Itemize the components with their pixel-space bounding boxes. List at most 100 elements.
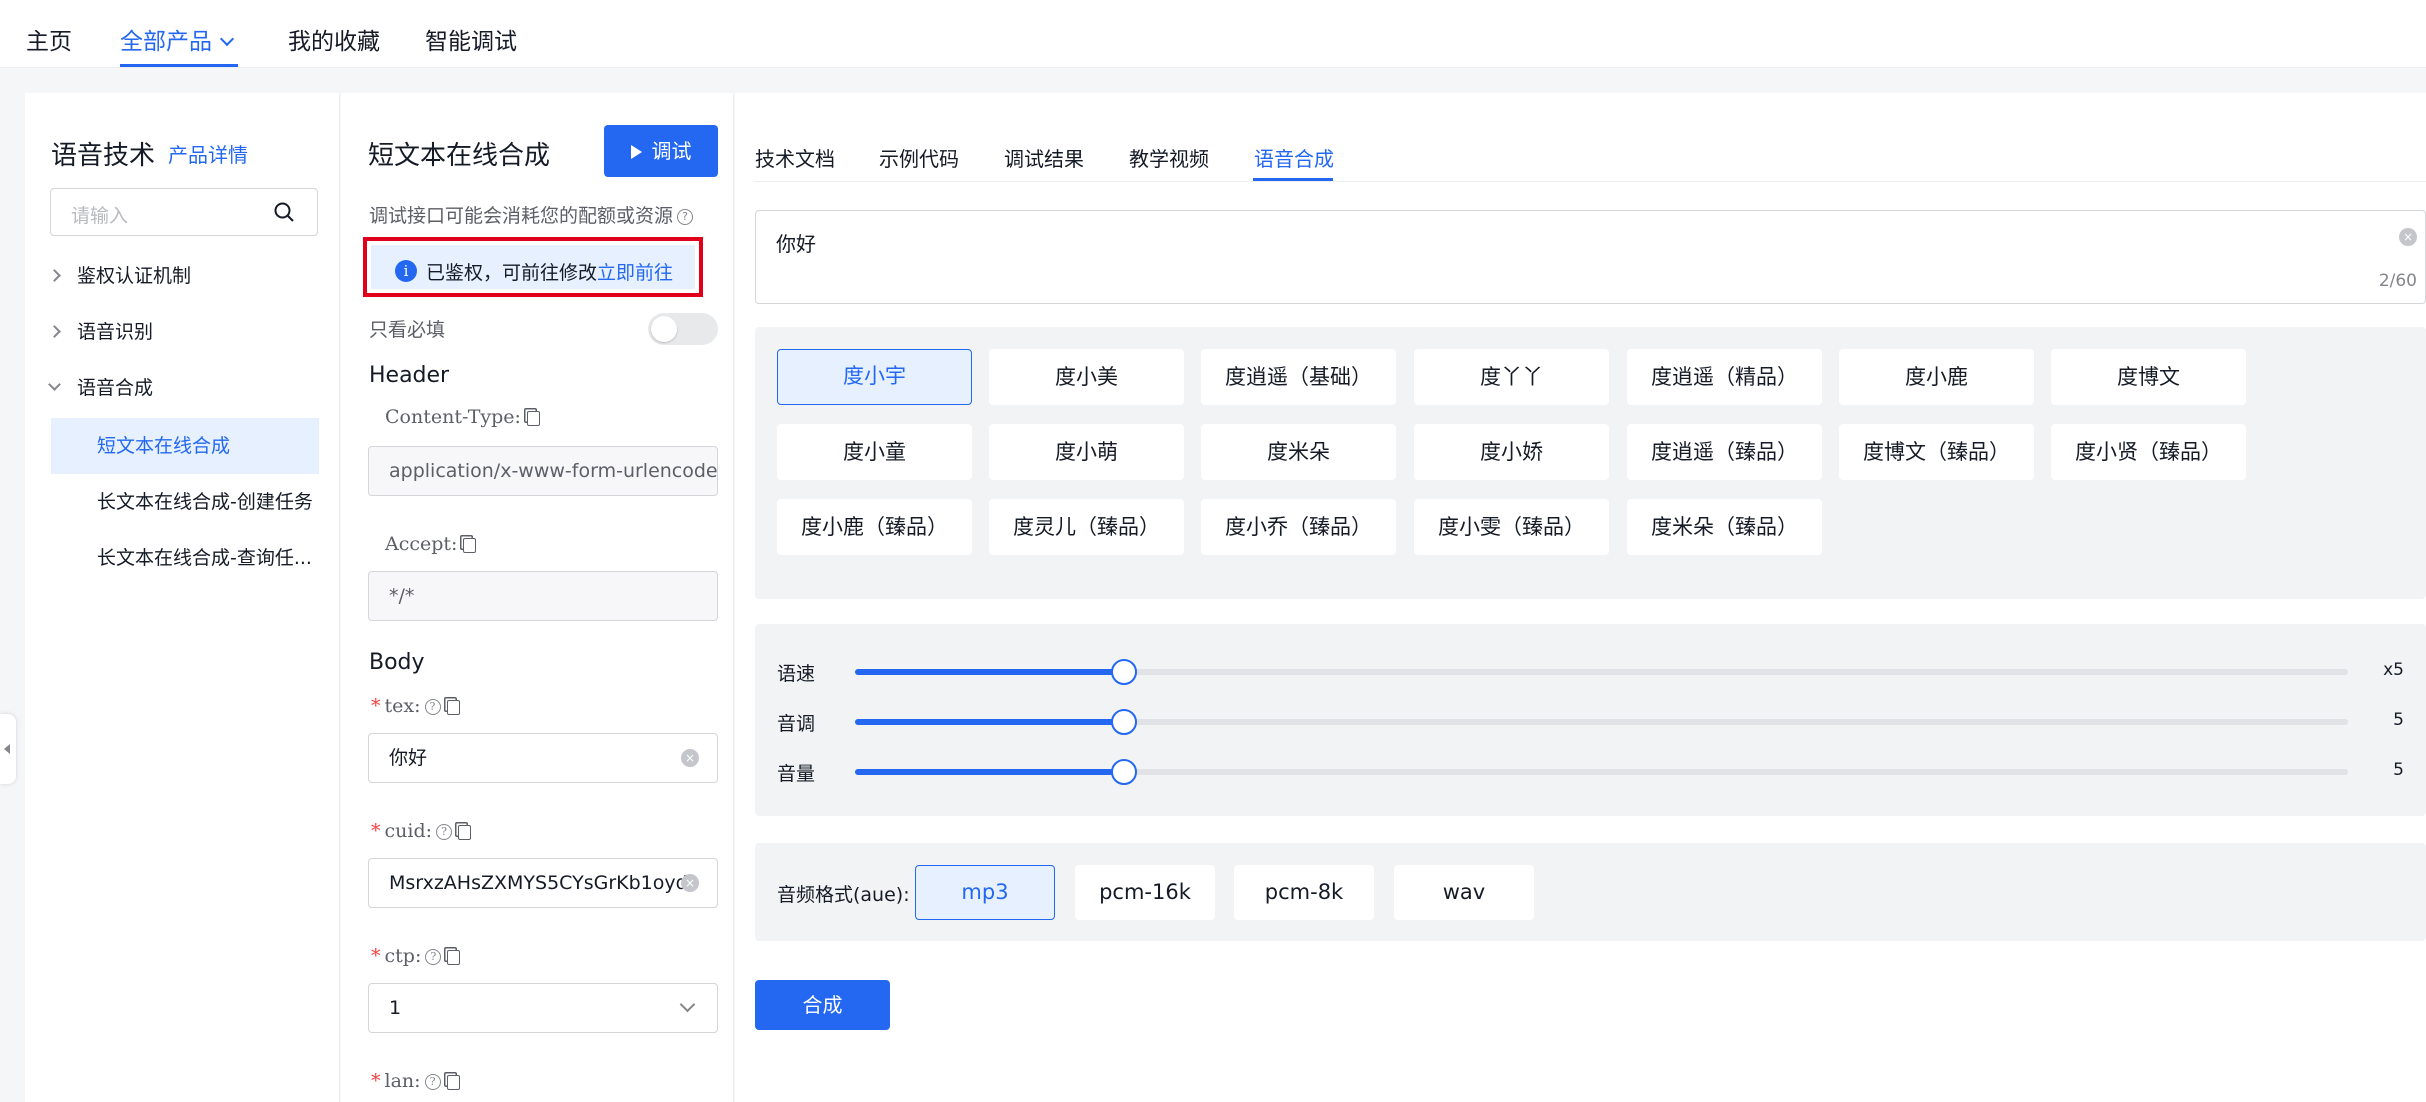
voice-option[interactable]: 度小萌 — [989, 424, 1184, 480]
voice-option[interactable]: 度米朵 — [1201, 424, 1396, 480]
tree-group-tts[interactable]: 语音合成 — [48, 373, 154, 403]
copy-icon[interactable] — [458, 824, 472, 840]
voice-option[interactable]: 度逍遥（精品） — [1627, 349, 1822, 405]
voice-option[interactable]: 度小乔（臻品） — [1201, 499, 1396, 555]
accept-label-text: Accept: — [385, 533, 458, 555]
auth-notice: i 已鉴权，可前往修改立即前往 — [371, 245, 695, 289]
tab-debug-result[interactable]: 调试结果 — [1004, 143, 1084, 172]
nav-smart-debug[interactable]: 智能调试 — [425, 22, 517, 56]
voice-option[interactable]: 度小鹿 — [1839, 349, 2034, 405]
speed-handle[interactable] — [1110, 659, 1137, 685]
main-panel: 技术文档 示例代码 调试结果 教学视频 语音合成 你好 × 2/60 度小宇 度小… — [735, 93, 2426, 1102]
speed-label: 语速 — [777, 663, 816, 685]
copy-icon[interactable] — [447, 949, 461, 965]
tree-group-asr[interactable]: 语音识别 — [48, 317, 154, 347]
tree-item-short-tts[interactable]: 短文本在线合成 — [51, 418, 319, 474]
copy-icon[interactable] — [526, 410, 540, 426]
voice-option[interactable]: 度博文 — [2051, 349, 2246, 405]
synthesis-text-input[interactable]: 你好 × 2/60 — [755, 210, 2426, 304]
voice-option[interactable]: 度小娇 — [1414, 424, 1609, 480]
volume-label: 音量 — [777, 763, 816, 785]
tree-group-label: 鉴权认证机制 — [77, 265, 192, 287]
required-only-label: 只看必填 — [369, 319, 446, 341]
voice-option[interactable]: 度逍遥（臻品） — [1627, 424, 1822, 480]
format-option-wav[interactable]: wav — [1394, 865, 1534, 920]
ctp-select[interactable]: 1 — [368, 983, 718, 1033]
pitch-slider[interactable] — [855, 709, 2348, 735]
search-icon[interactable] — [273, 201, 295, 223]
top-nav: 主页 全部产品 我的收藏 智能调试 — [0, 0, 2426, 68]
cuid-input[interactable]: MsrxzAHsZXMYS5CYsGrKb1oyd × — [368, 858, 718, 908]
help-icon[interactable]: ? — [424, 699, 441, 715]
tab-sample-code[interactable]: 示例代码 — [879, 143, 959, 172]
voice-option[interactable]: 度丫丫 — [1414, 349, 1609, 405]
pitch-value: 5 — [2393, 710, 2404, 730]
tex-label-text: tex: — [384, 695, 421, 717]
voice-option[interactable]: 度小美 — [989, 349, 1184, 405]
tree-group-auth[interactable]: 鉴权认证机制 — [48, 261, 192, 291]
copy-icon[interactable] — [446, 699, 460, 715]
tab-tts[interactable]: 语音合成 — [1254, 143, 1334, 172]
tab-teaching-video[interactable]: 教学视频 — [1129, 143, 1209, 172]
help-icon[interactable]: ? — [436, 824, 453, 840]
help-icon[interactable]: ? — [677, 208, 694, 225]
nav-all-products-label: 全部产品 — [120, 29, 212, 55]
format-option-pcm-8k[interactable]: pcm-8k — [1234, 865, 1374, 920]
clear-icon[interactable]: × — [681, 874, 699, 892]
volume-slider[interactable] — [855, 759, 2348, 785]
tree-item-long-tts-query[interactable]: 长文本在线合成-查询任... — [51, 530, 319, 586]
volume-handle[interactable] — [1110, 759, 1137, 785]
clear-icon[interactable]: × — [2399, 228, 2417, 246]
voice-option[interactable]: 度灵儿（臻品） — [989, 499, 1184, 555]
voice-option[interactable]: 度逍遥（基础） — [1201, 349, 1396, 405]
pitch-handle[interactable] — [1110, 709, 1137, 735]
sidebar-search-input[interactable]: 请输入 — [50, 188, 318, 236]
debug-button[interactable]: 调试 — [604, 125, 718, 177]
auth-text: 已鉴权，可前往修改 — [426, 262, 598, 284]
voice-option[interactable]: 度小贤（臻品） — [2051, 424, 2246, 480]
required-mark: * — [371, 695, 381, 717]
tab-tech-docs[interactable]: 技术文档 — [755, 143, 835, 172]
required-mark: * — [371, 820, 381, 842]
help-icon[interactable]: ? — [424, 1074, 441, 1090]
cuid-label-text: cuid: — [384, 820, 433, 842]
speed-slider[interactable] — [855, 659, 2348, 685]
product-detail-link[interactable]: 产品详情 — [168, 139, 248, 168]
speed-fill — [855, 669, 1124, 675]
synthesize-button[interactable]: 合成 — [755, 980, 890, 1030]
help-icon[interactable]: ? — [425, 949, 442, 965]
volume-value: 5 — [2393, 760, 2404, 780]
chevron-right-icon — [48, 325, 61, 338]
nav-home[interactable]: 主页 — [26, 22, 72, 56]
sidebar-collapse-handle[interactable] — [0, 714, 16, 784]
voice-option[interactable]: 度博文（臻品） — [1839, 424, 2034, 480]
debug-title: 短文本在线合成 — [368, 141, 551, 171]
search-placeholder: 请输入 — [71, 205, 129, 227]
tree-item-long-tts-create[interactable]: 长文本在线合成-创建任务 — [51, 474, 319, 530]
tex-value: 你好 — [389, 747, 428, 769]
format-option-pcm-16k[interactable]: pcm-16k — [1075, 865, 1215, 920]
voice-option[interactable]: 度小雯（臻品） — [1414, 499, 1609, 555]
nav-all-products[interactable]: 全部产品 — [120, 22, 235, 56]
required-only-toggle[interactable] — [648, 313, 718, 345]
nav-favorites[interactable]: 我的收藏 — [288, 22, 380, 56]
lan-label-text: lan: — [384, 1070, 421, 1092]
body-section-title: Body — [369, 650, 425, 675]
tree-group-label: 语音识别 — [77, 321, 154, 343]
format-option-mp3[interactable]: mp3 — [915, 865, 1055, 920]
voice-option[interactable]: 度小鹿（臻品） — [777, 499, 972, 555]
pitch-fill — [855, 719, 1124, 725]
copy-icon[interactable] — [446, 1074, 460, 1090]
lan-label: * lan:? — [371, 1070, 460, 1092]
copy-icon[interactable] — [463, 537, 477, 553]
tex-input[interactable]: 你好 × — [368, 733, 718, 783]
debug-button-label: 调试 — [651, 139, 692, 163]
clear-icon[interactable]: × — [681, 749, 699, 767]
voice-option[interactable]: 度小童 — [777, 424, 972, 480]
auth-goto-link[interactable]: 立即前往 — [597, 262, 673, 284]
tab-divider — [754, 181, 2426, 182]
voice-option[interactable]: 度小宇 — [777, 349, 972, 405]
tree-group-label: 语音合成 — [77, 377, 154, 399]
voice-option[interactable]: 度米朵（臻品） — [1627, 499, 1822, 555]
char-count: 2/60 — [2378, 271, 2417, 291]
